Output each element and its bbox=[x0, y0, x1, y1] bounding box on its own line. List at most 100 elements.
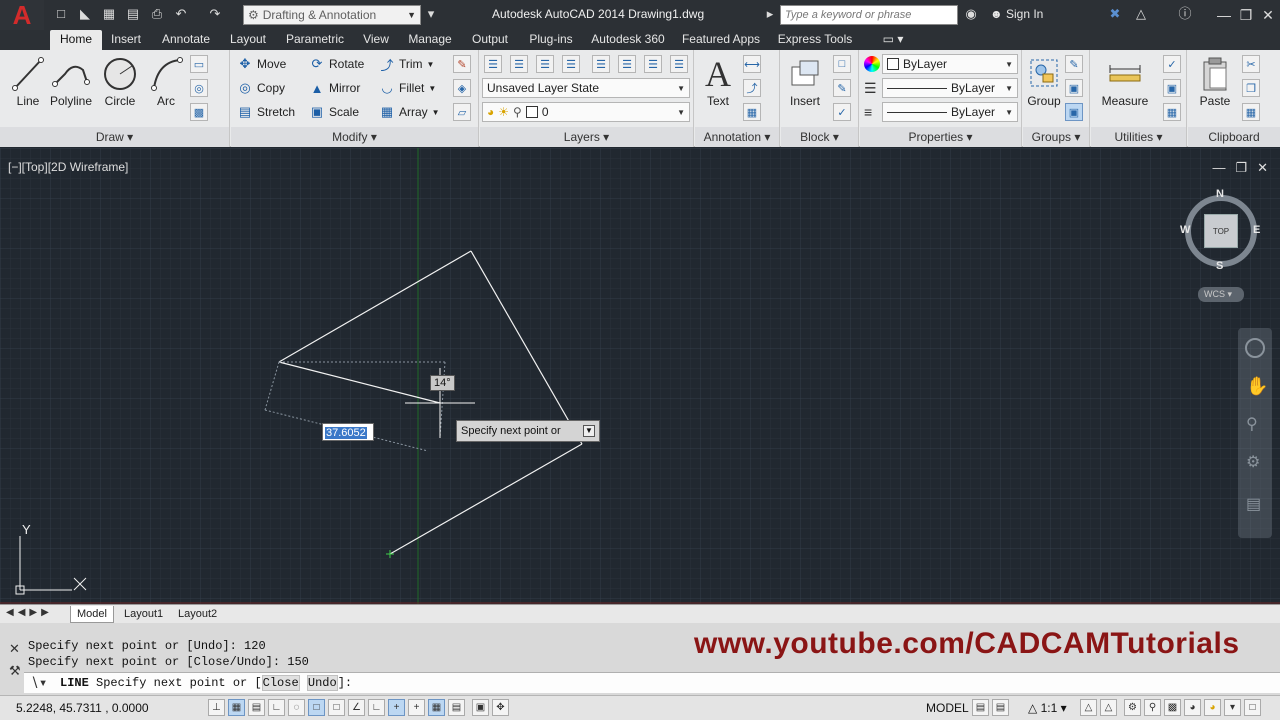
compass-east[interactable]: E bbox=[1253, 224, 1260, 236]
autodesk-360-icon[interactable]: △ bbox=[1134, 7, 1148, 21]
ungroup-icon[interactable]: ✎ bbox=[1065, 55, 1083, 73]
group-selection-icon[interactable]: ▣ bbox=[1065, 103, 1083, 121]
tab-insert[interactable]: Insert bbox=[106, 30, 146, 50]
measure-button[interactable]: Measure bbox=[1099, 54, 1151, 108]
steering-wheel-icon[interactable] bbox=[1245, 338, 1265, 358]
hatch-icon[interactable]: ◎ bbox=[190, 79, 208, 97]
rotate-button[interactable]: ⟳ Rotate bbox=[309, 54, 365, 74]
restore-window-icon[interactable]: ❐ bbox=[1236, 5, 1256, 25]
snap-mode-icon[interactable]: ▦ bbox=[228, 699, 245, 716]
options-arrow-icon[interactable]: ▼ bbox=[583, 425, 595, 437]
orbit-icon[interactable]: ⚙ bbox=[1246, 452, 1260, 472]
lineweight-select[interactable]: ByLayer ▼ bbox=[882, 78, 1018, 98]
quick-select-icon[interactable]: ✓ bbox=[1163, 55, 1181, 73]
match-properties-icon[interactable]: ▦ bbox=[1242, 103, 1260, 121]
mirror-button[interactable]: ▲ Mirror bbox=[309, 78, 361, 98]
gradient-icon[interactable]: ▩ bbox=[190, 103, 208, 121]
erase-icon[interactable]: ✎ bbox=[453, 55, 471, 73]
tab-layout[interactable]: Layout bbox=[224, 30, 272, 50]
help-icon[interactable]: ⓘ bbox=[1178, 7, 1192, 21]
group-button[interactable]: Group bbox=[1025, 54, 1063, 108]
lineweight-icon[interactable]: ☰ bbox=[864, 80, 877, 97]
ribbon-toggle-icon[interactable]: ▭ ▾ bbox=[878, 30, 908, 50]
quick-view-layouts-icon[interactable]: ▤ bbox=[972, 699, 989, 716]
qat-menu-icon[interactable]: ▾ bbox=[424, 7, 438, 21]
undo-icon[interactable]: ↶ bbox=[174, 7, 188, 21]
layer-isolate-icon[interactable]: ☰ bbox=[562, 55, 580, 73]
restore-viewport-icon[interactable]: ❐ bbox=[1235, 160, 1247, 176]
plot-icon[interactable]: ⎙ bbox=[150, 7, 164, 21]
fillet-button[interactable]: ◡ Fillet ▼ bbox=[379, 78, 436, 98]
annotation-visibility-icon[interactable]: △ bbox=[1080, 699, 1097, 716]
compass-south[interactable]: S bbox=[1216, 260, 1223, 272]
linetype-icon[interactable]: ≡ bbox=[864, 104, 872, 120]
polyline-button[interactable]: Polyline bbox=[48, 54, 94, 108]
tab-output[interactable]: Output bbox=[464, 30, 516, 50]
compass-west[interactable]: W bbox=[1180, 224, 1190, 236]
recent-commands-icon[interactable]: ∖▾ bbox=[30, 675, 47, 692]
layer-lock-icon[interactable]: ☰ bbox=[618, 55, 636, 73]
close-window-icon[interactable]: ✕ bbox=[1258, 5, 1278, 25]
layout-tab-layout1[interactable]: Layout1 bbox=[118, 606, 169, 623]
infer-constraints-icon[interactable]: ⊥ bbox=[208, 699, 225, 716]
selection-cycling-icon[interactable]: ▣ bbox=[472, 699, 489, 716]
tab-plug-ins[interactable]: Plug-ins bbox=[522, 30, 580, 50]
lock-ui-icon[interactable]: ⚲ bbox=[1144, 699, 1161, 716]
stretch-button[interactable]: ▤ Stretch bbox=[237, 102, 295, 122]
option-undo-button[interactable]: Undo bbox=[306, 675, 338, 691]
lightbulb-status-icon[interactable]: ◕ bbox=[1204, 699, 1221, 716]
cursor-coordinates[interactable]: 5.2248, 45.7311 , 0.0000 bbox=[16, 701, 149, 715]
groups-panel-label[interactable]: Groups ▾ bbox=[1023, 127, 1089, 147]
table-icon[interactable]: ▦ bbox=[743, 103, 761, 121]
rectangle-icon[interactable]: ▭ bbox=[190, 55, 208, 73]
minimize-window-icon[interactable]: — bbox=[1214, 5, 1234, 25]
hardware-acceleration-icon[interactable]: ▩ bbox=[1164, 699, 1181, 716]
save-as-icon[interactable]: ▤ bbox=[126, 7, 140, 21]
model-space-button[interactable]: MODEL bbox=[926, 701, 969, 715]
viewcube[interactable]: TOP N S E W bbox=[1180, 188, 1262, 278]
ortho-mode-icon[interactable]: ∟ bbox=[268, 699, 285, 716]
paste-button[interactable]: Paste bbox=[1194, 54, 1236, 108]
workspace-select[interactable]: ⚙ Drafting & Annotation ▼ bbox=[243, 5, 421, 25]
dynamic-input-icon[interactable]: + bbox=[388, 699, 405, 716]
offset-icon[interactable]: ▱ bbox=[453, 103, 471, 121]
layer-walk-icon[interactable]: ☰ bbox=[670, 55, 688, 73]
layer-state-select[interactable]: Unsaved Layer State ▼ bbox=[482, 78, 690, 98]
dimension-icon[interactable]: ⟷ bbox=[743, 55, 761, 73]
polar-tracking-icon[interactable]: ◌ bbox=[288, 699, 305, 716]
tab-parametric[interactable]: Parametric bbox=[280, 30, 350, 50]
trim-button[interactable]: ⤴ Trim ▼ bbox=[379, 54, 434, 74]
block-panel-label[interactable]: Block ▾ bbox=[781, 127, 858, 147]
draw-panel-label[interactable]: Draw ▾ bbox=[0, 127, 229, 147]
leader-icon[interactable]: ⤴ bbox=[743, 79, 761, 97]
layer-state-icon[interactable]: ☰ bbox=[510, 55, 528, 73]
quick-properties-icon[interactable]: ▤ bbox=[448, 699, 465, 716]
insert-button[interactable]: Insert bbox=[785, 54, 825, 108]
layout-tab-layout2[interactable]: Layout2 bbox=[172, 606, 223, 623]
search-expand-icon[interactable]: ▸ bbox=[763, 7, 777, 21]
line-button[interactable]: Line bbox=[10, 54, 46, 108]
properties-panel-label[interactable]: Properties ▾ bbox=[860, 127, 1021, 147]
tab-manage[interactable]: Manage bbox=[402, 30, 458, 50]
wcs-menu[interactable]: WCS ▾ bbox=[1198, 287, 1244, 302]
lineweight-toggle-icon[interactable]: + bbox=[408, 699, 425, 716]
status-menu-icon[interactable]: ▾ bbox=[1224, 699, 1241, 716]
annotation-panel-label[interactable]: Annotation ▾ bbox=[695, 127, 779, 147]
application-menu-button[interactable]: A bbox=[0, 0, 44, 30]
tab-featured-apps[interactable]: Featured Apps bbox=[676, 30, 766, 50]
search-input[interactable]: Type a keyword or phrase bbox=[780, 5, 958, 25]
pan-icon[interactable]: ✋ bbox=[1246, 376, 1268, 397]
tab-scroll-arrows-icon[interactable]: ◀◀▶▶ bbox=[6, 607, 53, 618]
scale-button[interactable]: ▣ Scale bbox=[309, 102, 359, 122]
length-input[interactable]: 37.6052 bbox=[322, 423, 374, 441]
open-file-icon[interactable]: ◣ bbox=[78, 7, 92, 21]
color-wheel-icon[interactable] bbox=[864, 56, 880, 72]
edit-block-icon[interactable]: ✎ bbox=[833, 79, 851, 97]
sign-in-button[interactable]: ☻ Sign In bbox=[990, 7, 1043, 21]
tab-annotate[interactable]: Annotate bbox=[156, 30, 216, 50]
layout-tab-model[interactable]: Model bbox=[70, 606, 114, 623]
showmotion-icon[interactable]: ▤ bbox=[1246, 494, 1261, 514]
zoom-extents-icon[interactable]: ⚲ bbox=[1246, 414, 1258, 434]
layer-match-icon[interactable]: ☰ bbox=[644, 55, 662, 73]
tab-autodesk-360[interactable]: Autodesk 360 bbox=[586, 30, 670, 50]
